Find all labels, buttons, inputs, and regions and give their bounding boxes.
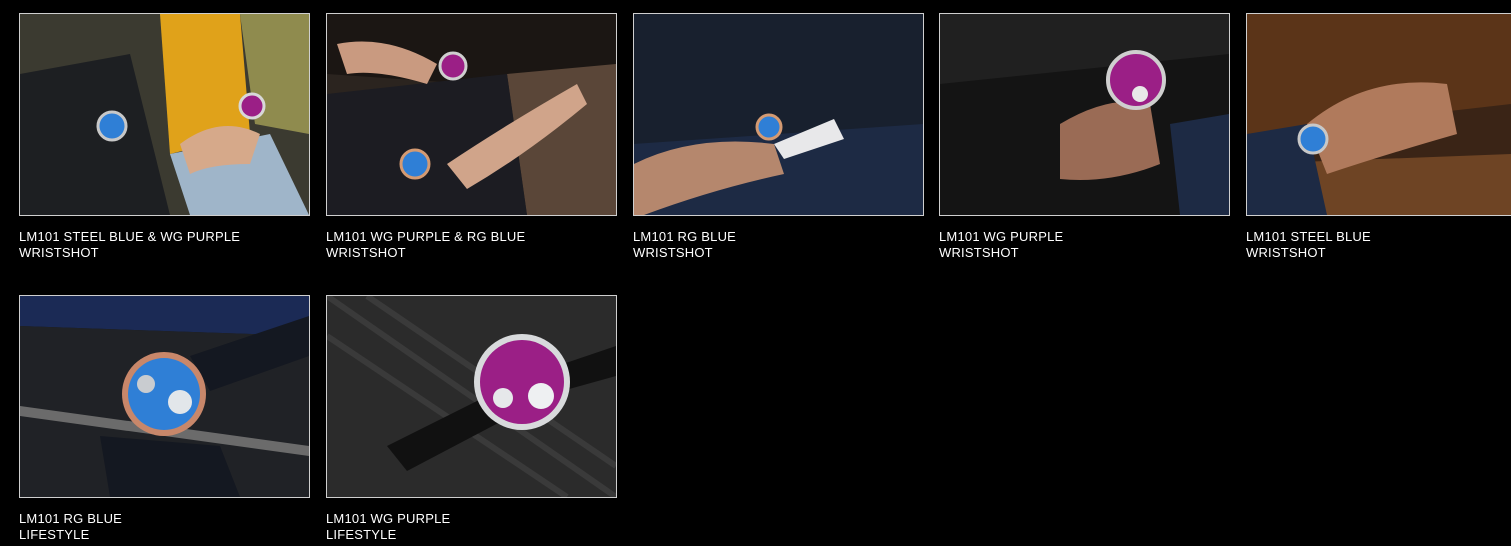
item-title: LM101 STEEL BLUE — [1246, 229, 1371, 244]
gallery-item[interactable]: LM101 WG PURPLE LIFESTYLE — [326, 295, 617, 543]
item-caption: LM101 RG BLUE LIFESTYLE — [19, 511, 310, 543]
gallery-item[interactable]: LM101 RG BLUE LIFESTYLE — [19, 295, 310, 543]
item-title: LM101 RG BLUE — [633, 229, 737, 244]
item-title: LM101 STEEL BLUE & WG PURPLE — [19, 229, 241, 244]
gallery-item[interactable]: LM101 WG PURPLE & RG BLUE WRISTSHOT — [326, 13, 617, 261]
item-title: LM101 WG PURPLE & RG BLUE — [326, 229, 526, 244]
lifestyle-image — [327, 296, 616, 497]
item-caption: LM101 WG PURPLE LIFESTYLE — [326, 511, 617, 543]
item-subtitle: WRISTSHOT — [1246, 245, 1326, 260]
wristshot-thumbnail[interactable] — [939, 13, 1230, 216]
item-caption: LM101 RG BLUE WRISTSHOT — [633, 229, 924, 261]
item-caption: LM101 STEEL BLUE & WG PURPLE WRISTSHOT — [19, 229, 310, 261]
wristshot-thumbnail[interactable] — [1246, 13, 1511, 216]
lifestyle-thumbnail[interactable] — [19, 295, 310, 498]
item-subtitle: LIFESTYLE — [19, 527, 90, 542]
item-subtitle: LIFESTYLE — [326, 527, 397, 542]
item-caption: LM101 WG PURPLE WRISTSHOT — [939, 229, 1230, 261]
item-subtitle: WRISTSHOT — [326, 245, 406, 260]
lifestyle-thumbnail[interactable] — [326, 295, 617, 498]
wristshot-image — [940, 14, 1229, 215]
gallery-item[interactable]: LM101 WG PURPLE WRISTSHOT — [939, 13, 1230, 261]
item-title: LM101 RG BLUE — [19, 511, 123, 526]
wristshot-image — [1247, 14, 1511, 215]
gallery-item[interactable]: LM101 STEEL BLUE & WG PURPLE WRISTSHOT — [19, 13, 310, 261]
wristshot-image — [20, 14, 309, 215]
gallery-item[interactable]: LM101 STEEL BLUE WRISTSHOT — [1246, 13, 1511, 261]
lifestyle-image — [20, 296, 309, 497]
wristshot-thumbnail[interactable] — [633, 13, 924, 216]
wristshot-image — [327, 14, 616, 215]
item-title: LM101 WG PURPLE — [326, 511, 451, 526]
wristshot-image — [634, 14, 923, 215]
item-caption: LM101 WG PURPLE & RG BLUE WRISTSHOT — [326, 229, 617, 261]
gallery-item[interactable]: LM101 RG BLUE WRISTSHOT — [633, 13, 924, 261]
item-title: LM101 WG PURPLE — [939, 229, 1064, 244]
item-subtitle: WRISTSHOT — [939, 245, 1019, 260]
item-caption: LM101 STEEL BLUE WRISTSHOT — [1246, 229, 1511, 261]
item-subtitle: WRISTSHOT — [633, 245, 713, 260]
wristshot-thumbnail[interactable] — [326, 13, 617, 216]
wristshot-thumbnail[interactable] — [19, 13, 310, 216]
item-subtitle: WRISTSHOT — [19, 245, 99, 260]
